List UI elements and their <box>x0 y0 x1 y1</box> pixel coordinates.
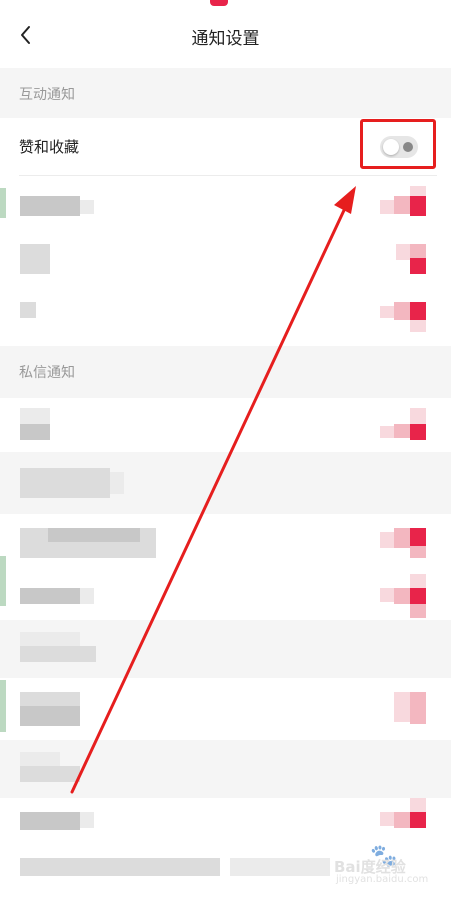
watermark-url: jingyan.baidu.com <box>336 874 429 885</box>
section-title: 互动通知 <box>19 87 75 103</box>
section-header-interaction: 互动通知 <box>0 68 451 120</box>
watermark-logo: 🐾 Bai度经验 jingyan.baidu.com <box>332 842 442 890</box>
annotation-highlight-box <box>360 119 436 169</box>
navigation-bar: 通知设置 <box>0 0 451 68</box>
page-title: 通知设置 <box>191 29 260 49</box>
section-header-messages: 私信通知 <box>0 346 451 398</box>
status-notch <box>210 0 228 6</box>
row-label: 赞和收藏 <box>19 138 80 156</box>
divider <box>19 175 437 176</box>
section-title: 私信通知 <box>19 365 75 381</box>
